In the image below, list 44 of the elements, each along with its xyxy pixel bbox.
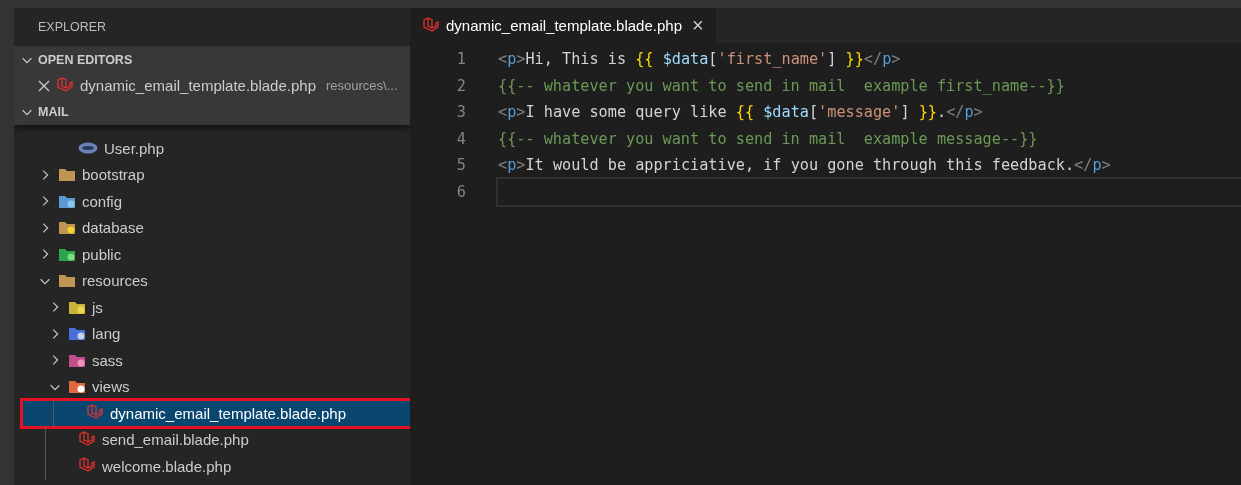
folder-icon [58,273,76,289]
folder-item[interactable]: js [14,294,410,321]
file-path: resources\... [326,78,398,93]
editor-tab[interactable]: dynamic_email_template.blade.php × [410,8,716,43]
folder-item[interactable]: database [14,214,410,241]
line-number: 4 [455,129,467,148]
line-number: 6 [455,182,467,201]
line-number: 2 [455,76,467,95]
code-line: {{-- whatever you want to send in mail example message--}} [497,128,1039,150]
line-number: 3 [455,103,467,122]
folder-database-icon [58,220,76,236]
code-line: <p>Hi, This is {{ $data['first_name'] }}</p> [497,49,902,71]
folder-item[interactable]: bootstrap [14,161,410,188]
folder-icon [58,167,76,183]
php-icon [78,142,98,155]
folder-item[interactable]: resources [14,267,410,294]
file-item[interactable]: send_email.blade.php [14,426,410,453]
code-line: <p>I have some query like {{ $data['message'] }}.</p> [497,102,984,124]
folder-item[interactable]: sass [14,347,410,374]
folder-sass-icon [68,352,86,368]
folder-item[interactable]: public [14,241,410,268]
tab-label: dynamic_email_template.blade.php [446,17,682,34]
folder-lang-icon [68,326,86,342]
open-editor-item[interactable]: dynamic_email_template.blade.php resources\... [14,72,410,99]
file-item[interactable]: dynamic_email_template.blade.php [22,400,410,427]
file-name: dynamic_email_template.blade.php [80,77,316,94]
close-icon[interactable]: × [692,14,704,37]
file-item[interactable]: User.php [14,135,410,162]
folder-views-icon [68,379,86,395]
folder-js-icon [68,299,86,315]
folder-item[interactable]: lang [14,320,410,347]
section-header[interactable]: OPEN EDITORS [14,47,410,72]
line-number: 5 [455,156,467,175]
section-header[interactable]: MAIL [14,99,410,124]
code-line: {{-- whatever you want to send in mail example first_name--}} [497,75,1066,97]
line-number: 1 [455,50,467,69]
folder-item[interactable]: config [14,188,410,215]
file-item[interactable]: welcome.blade.php [14,453,410,480]
folder-config-icon [58,193,76,209]
folder-public-icon [58,246,76,262]
close-icon[interactable] [38,79,50,92]
code-line: <p>It would be appriciative, if you gone through this feedback.</p> [497,155,1112,177]
folder-item[interactable]: views [14,373,410,400]
sidebar-title: EXPLORER [37,19,108,36]
